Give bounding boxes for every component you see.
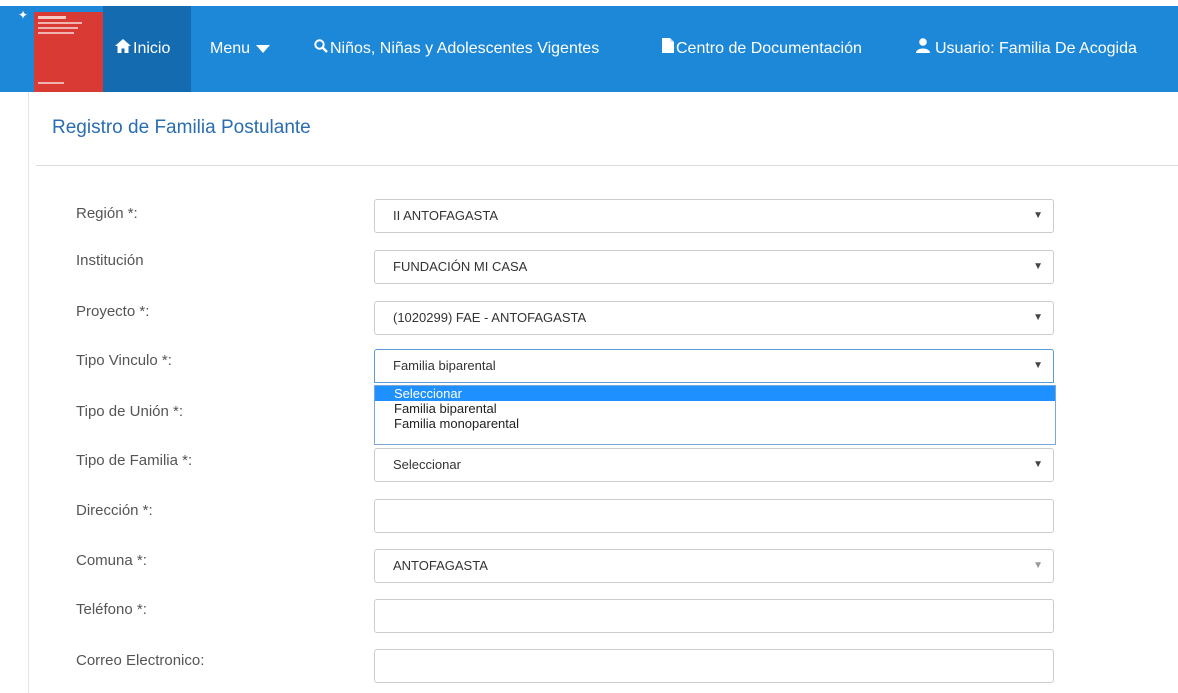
- tipo-familia-label: Tipo de Familia *:: [76, 452, 193, 469]
- chevron-down-icon: ▼: [1033, 360, 1043, 371]
- user-icon: [916, 6, 930, 92]
- title-divider: [36, 165, 1178, 166]
- crest-icon: ✦: [14, 6, 32, 24]
- dropdown-option[interactable]: Familia monoparental: [375, 416, 1055, 431]
- nav-inicio-label: Inicio: [133, 40, 171, 57]
- caret-down-icon: [256, 45, 271, 53]
- comuna-label: Comuna *:: [76, 552, 147, 569]
- nav-centro-label: Centro de Documentación: [676, 40, 862, 57]
- tipo-vinculo-dropdown: Seleccionar Familia biparental Familia m…: [374, 385, 1056, 445]
- proyecto-select[interactable]: (1020299) FAE - ANTOFAGASTA ▼: [374, 301, 1054, 335]
- tipo-familia-select[interactable]: Seleccionar ▼: [374, 448, 1054, 482]
- document-icon: [662, 6, 674, 92]
- region-label: Región *:: [76, 205, 138, 222]
- nav-menu-label: Menu: [210, 40, 251, 57]
- direccion-label: Dirección *:: [76, 502, 153, 519]
- dropdown-option[interactable]: Seleccionar: [375, 386, 1055, 401]
- telefono-label: Teléfono *:: [76, 601, 147, 618]
- logo[interactable]: ✦: [14, 6, 104, 92]
- search-icon: [314, 6, 328, 92]
- nav-inicio[interactable]: Inicio: [115, 6, 170, 92]
- institucion-value: FUNDACIÓN MI CASA: [393, 259, 528, 274]
- proyecto-value: (1020299) FAE - ANTOFAGASTA: [393, 310, 587, 325]
- home-icon: [115, 6, 131, 92]
- tipo-union-label: Tipo de Unión *:: [76, 403, 184, 420]
- chevron-down-icon: ▼: [1033, 261, 1043, 272]
- institucion-select[interactable]: FUNDACIÓN MI CASA ▼: [374, 250, 1054, 284]
- institucion-label: Institución: [76, 252, 144, 269]
- nav-usuario[interactable]: Usuario: Familia De Acogida: [916, 6, 1137, 92]
- comuna-select[interactable]: ANTOFAGASTA ▼: [374, 549, 1054, 583]
- tipo-familia-value: Seleccionar: [393, 457, 461, 472]
- nav-centro-documentacion[interactable]: Centro de Documentación: [662, 6, 862, 92]
- region-select[interactable]: II ANTOFAGASTA ▼: [374, 199, 1054, 233]
- nav-ninos-label: Niños, Niñas y Adolescentes Vigentes: [330, 40, 600, 57]
- chevron-down-icon: ▼: [1033, 560, 1043, 571]
- tipo-vinculo-select[interactable]: Familia biparental ▼: [374, 349, 1054, 383]
- tipo-vinculo-label: Tipo Vinculo *:: [76, 352, 172, 369]
- chevron-down-icon: ▼: [1033, 312, 1043, 323]
- proyecto-label: Proyecto *:: [76, 303, 150, 320]
- page-title: Registro de Familia Postulante: [52, 117, 311, 138]
- nav-ninos[interactable]: Niños, Niñas y Adolescentes Vigentes: [314, 6, 599, 92]
- correo-label: Correo Electronico:: [76, 652, 205, 669]
- dropdown-option[interactable]: Familia biparental: [375, 401, 1055, 416]
- tipo-vinculo-value: Familia biparental: [393, 358, 496, 373]
- sename-logo: [34, 12, 104, 92]
- comuna-value: ANTOFAGASTA: [393, 558, 488, 573]
- nav-usuario-label: Usuario: Familia De Acogida: [935, 40, 1137, 57]
- region-value: II ANTOFAGASTA: [393, 208, 498, 223]
- chevron-down-icon: ▼: [1033, 459, 1043, 470]
- direccion-input[interactable]: [374, 499, 1054, 533]
- telefono-input[interactable]: [374, 599, 1054, 633]
- correo-input[interactable]: [374, 649, 1054, 683]
- nav-menu[interactable]: Menu: [210, 6, 271, 92]
- chevron-down-icon: ▼: [1033, 210, 1043, 221]
